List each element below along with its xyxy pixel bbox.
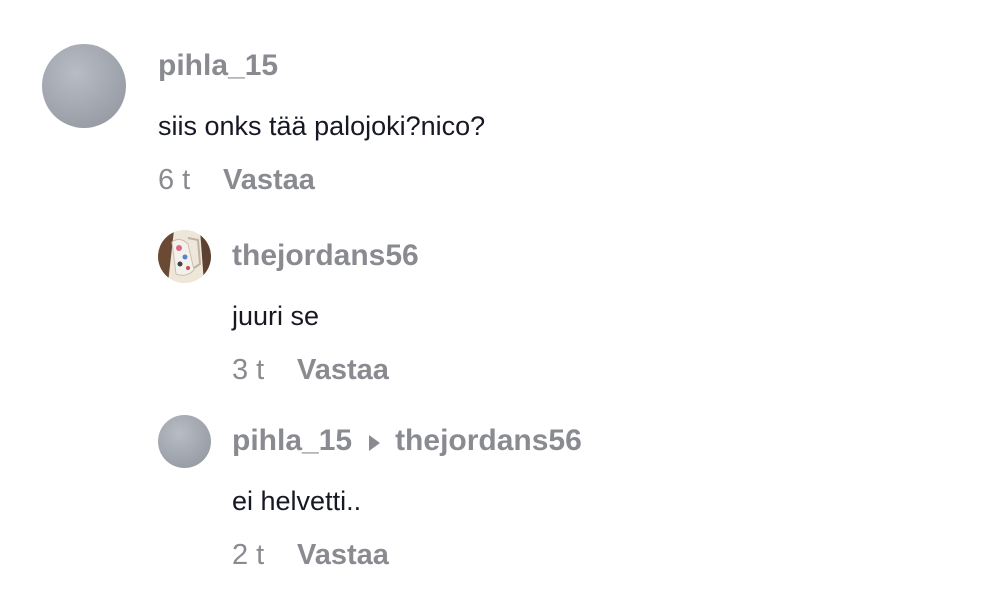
comment-timestamp: 6 t (158, 164, 191, 196)
comment-username[interactable]: pihla_15 (158, 51, 278, 81)
comment-text: ei helvetti.. (232, 486, 362, 516)
comment-username[interactable]: thejordans56 (232, 241, 419, 271)
avatar-photo-icon (158, 230, 211, 283)
reply-button[interactable]: Vastaa (297, 541, 389, 570)
avatar[interactable] (158, 415, 211, 468)
reply-to-header: pihla_15 thejordans56 (232, 426, 582, 456)
comment-timestamp: 3 t (232, 354, 265, 386)
avatar[interactable] (42, 44, 126, 128)
reply-button[interactable]: Vastaa (223, 166, 315, 195)
comment-username[interactable]: pihla_15 (232, 426, 352, 456)
reply-to-username[interactable]: thejordans56 (395, 426, 582, 456)
comment-timestamp: 2 t (232, 539, 265, 571)
caret-right-icon (369, 435, 381, 451)
comment-text: siis onks tää palojoki?nico? (158, 111, 486, 141)
avatar[interactable] (158, 230, 211, 283)
reply-button[interactable]: Vastaa (297, 356, 389, 385)
comment-text: juuri se (232, 301, 320, 331)
